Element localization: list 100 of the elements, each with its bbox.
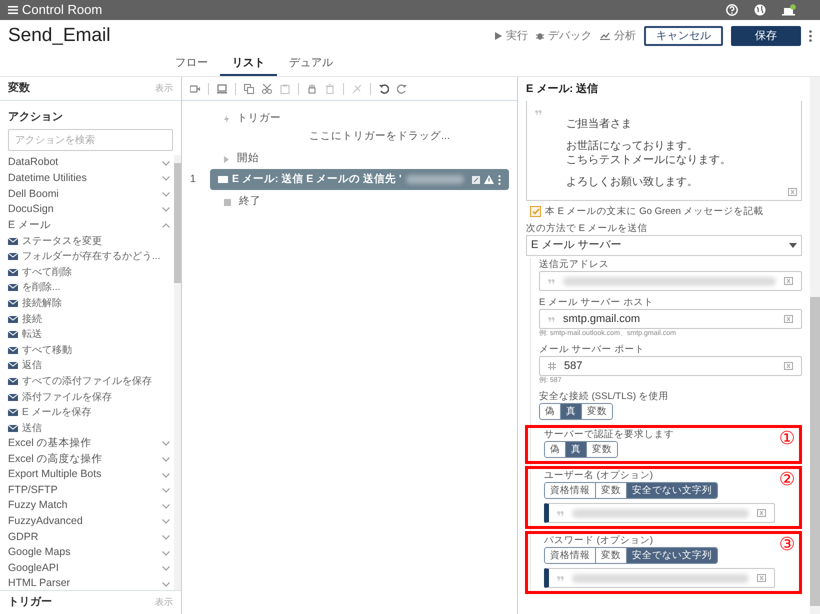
package-item[interactable]: Datetime Utilities — [8, 171, 170, 187]
section-title: アクション — [8, 110, 64, 125]
globe-icon[interactable] — [754, 4, 766, 16]
action-item[interactable]: 添付ファイルを保存 — [8, 389, 170, 405]
caret-right-icon[interactable] — [224, 156, 229, 162]
envelope-icon — [8, 253, 18, 260]
body-line: よろしくお願い致します。 — [566, 175, 699, 189]
view-tab[interactable]: デュアル — [277, 52, 345, 76]
variable-icon[interactable] — [788, 188, 797, 196]
end-label: 終了 — [239, 194, 261, 210]
view-tab[interactable]: リスト — [220, 52, 277, 76]
package-item[interactable]: Dell Boomi — [8, 186, 170, 202]
package-label: DataRobot — [8, 155, 58, 170]
lightning-icon — [224, 115, 229, 123]
package-item[interactable]: DataRobot — [8, 155, 170, 171]
action-item[interactable]: 接続解除 — [8, 296, 170, 312]
chevron-down-icon — [162, 441, 170, 446]
search-field[interactable]: アクションを検索 — [8, 129, 173, 152]
dropdown[interactable]: E メール サーバー — [526, 235, 802, 256]
action-item[interactable]: フォルダーが存在するかどう... — [8, 248, 170, 265]
laptop-icon[interactable] — [217, 84, 227, 94]
package-label: E メール — [8, 218, 51, 233]
input-field[interactable] — [539, 271, 802, 291]
view-tab[interactable]: フロー — [163, 52, 220, 76]
start-label: 開始 — [237, 151, 259, 166]
input-field[interactable]: smtp.gmail.com — [539, 309, 802, 329]
action-item[interactable]: 送信 — [8, 420, 170, 436]
message-body-field[interactable]: ご担当者さま お世話になっております。 こちらテストメールになります。 よろしくお願い致します。 — [526, 101, 802, 201]
more-icon[interactable] — [498, 174, 501, 184]
help-icon[interactable] — [726, 4, 738, 16]
toggle-option[interactable]: 偽 — [545, 442, 566, 457]
field-label: ユーザー名 (オプション) — [544, 469, 654, 482]
scissors-icon[interactable] — [262, 84, 272, 94]
edit-icon[interactable] — [472, 176, 480, 184]
package-item[interactable]: FTP/SFTP — [8, 482, 170, 498]
toggle-option[interactable]: 安全でない文字列 — [627, 483, 717, 498]
variable-icon[interactable] — [784, 315, 793, 323]
action-item[interactable]: E メールを保存 — [8, 404, 170, 420]
clipboard-icon[interactable] — [280, 84, 290, 94]
checkbox-label: 本 E メールの文末に Go Green メッセージを記載 — [545, 205, 764, 218]
input-field[interactable] — [544, 568, 775, 588]
toggle-option[interactable]: 偽 — [540, 404, 561, 419]
package-item[interactable]: Google Maps — [8, 545, 170, 561]
cancel-button[interactable]: キャンセル — [644, 26, 723, 46]
action-step[interactable]: E メール: 送信 E メールの 送信先 ' — [210, 169, 509, 190]
package-item[interactable]: Fuzzy Match — [8, 498, 170, 514]
toolbar-action[interactable]: デバック — [536, 28, 592, 44]
scrollbar[interactable] — [174, 155, 181, 590]
action-item[interactable]: すべての添付ファイルを保存 — [8, 374, 170, 390]
checkbox[interactable] — [530, 206, 541, 217]
variable-icon[interactable] — [757, 509, 766, 517]
package-item[interactable]: E メール — [8, 218, 170, 234]
input-field[interactable]: 587 — [539, 356, 802, 376]
envelope-icon — [8, 346, 18, 354]
redo-icon[interactable] — [397, 84, 407, 94]
chevron-down-icon — [162, 534, 170, 540]
trigger-label: トリガー — [237, 111, 281, 126]
bot-title: Send_Email — [8, 24, 110, 48]
toolbar-action[interactable]: 分析 — [600, 28, 636, 44]
variable-icon[interactable] — [757, 574, 766, 582]
quote-icon — [548, 316, 555, 322]
action-item[interactable]: 接続 — [8, 311, 170, 327]
action-item[interactable]: ステータスを変更 — [8, 233, 170, 249]
toggle-option[interactable]: 真 — [561, 404, 582, 419]
undo-icon[interactable] — [379, 84, 389, 94]
menu-icon[interactable] — [8, 6, 18, 14]
package-item[interactable]: Excel の高度な操作 — [8, 452, 170, 468]
scrollbar[interactable] — [810, 77, 820, 614]
annotation-number: ③ — [778, 534, 796, 556]
quote-icon — [548, 278, 555, 284]
action-item[interactable]: 返信 — [8, 358, 170, 374]
package-item[interactable]: GDPR — [8, 530, 170, 546]
toggle-option[interactable]: 安全でない文字列 — [627, 548, 717, 563]
copy-icon[interactable] — [244, 84, 254, 94]
package-item[interactable]: HTML Parser — [8, 576, 170, 590]
toggle-option[interactable]: 真 — [566, 442, 587, 457]
quote-icon — [535, 110, 542, 115]
video-camera-icon[interactable] — [190, 84, 200, 94]
toggle-option[interactable]: 資格情報 — [545, 548, 596, 563]
package-item[interactable]: GoogleAPI — [8, 560, 170, 576]
package-item[interactable]: Excel の基本操作 — [8, 436, 170, 452]
toolbar-action[interactable]: 実行 — [495, 28, 528, 44]
package-item[interactable]: Export Multiple Bots — [8, 467, 170, 483]
laptop-check-icon[interactable] — [782, 4, 796, 16]
action-item[interactable]: すべて削除 — [8, 264, 170, 280]
variable-icon[interactable] — [784, 277, 793, 285]
check-icon — [532, 208, 540, 215]
chevron-down-icon — [162, 207, 170, 212]
package-label: Datetime Utilities — [8, 170, 87, 186]
package-item[interactable]: FuzzyAdvanced — [8, 514, 170, 530]
variable-icon[interactable] — [784, 362, 793, 370]
package-item[interactable]: DocuSign — [8, 202, 170, 218]
action-item[interactable]: を削除... — [8, 280, 170, 296]
action-item[interactable]: 転送 — [8, 326, 170, 343]
input-field[interactable] — [544, 503, 775, 523]
save-button[interactable]: 保存 — [731, 26, 801, 46]
more-icon[interactable] — [809, 30, 812, 42]
action-item[interactable]: すべて移動 — [8, 342, 170, 358]
chevron-down-icon — [162, 550, 170, 556]
toggle-option[interactable]: 資格情報 — [545, 483, 596, 498]
